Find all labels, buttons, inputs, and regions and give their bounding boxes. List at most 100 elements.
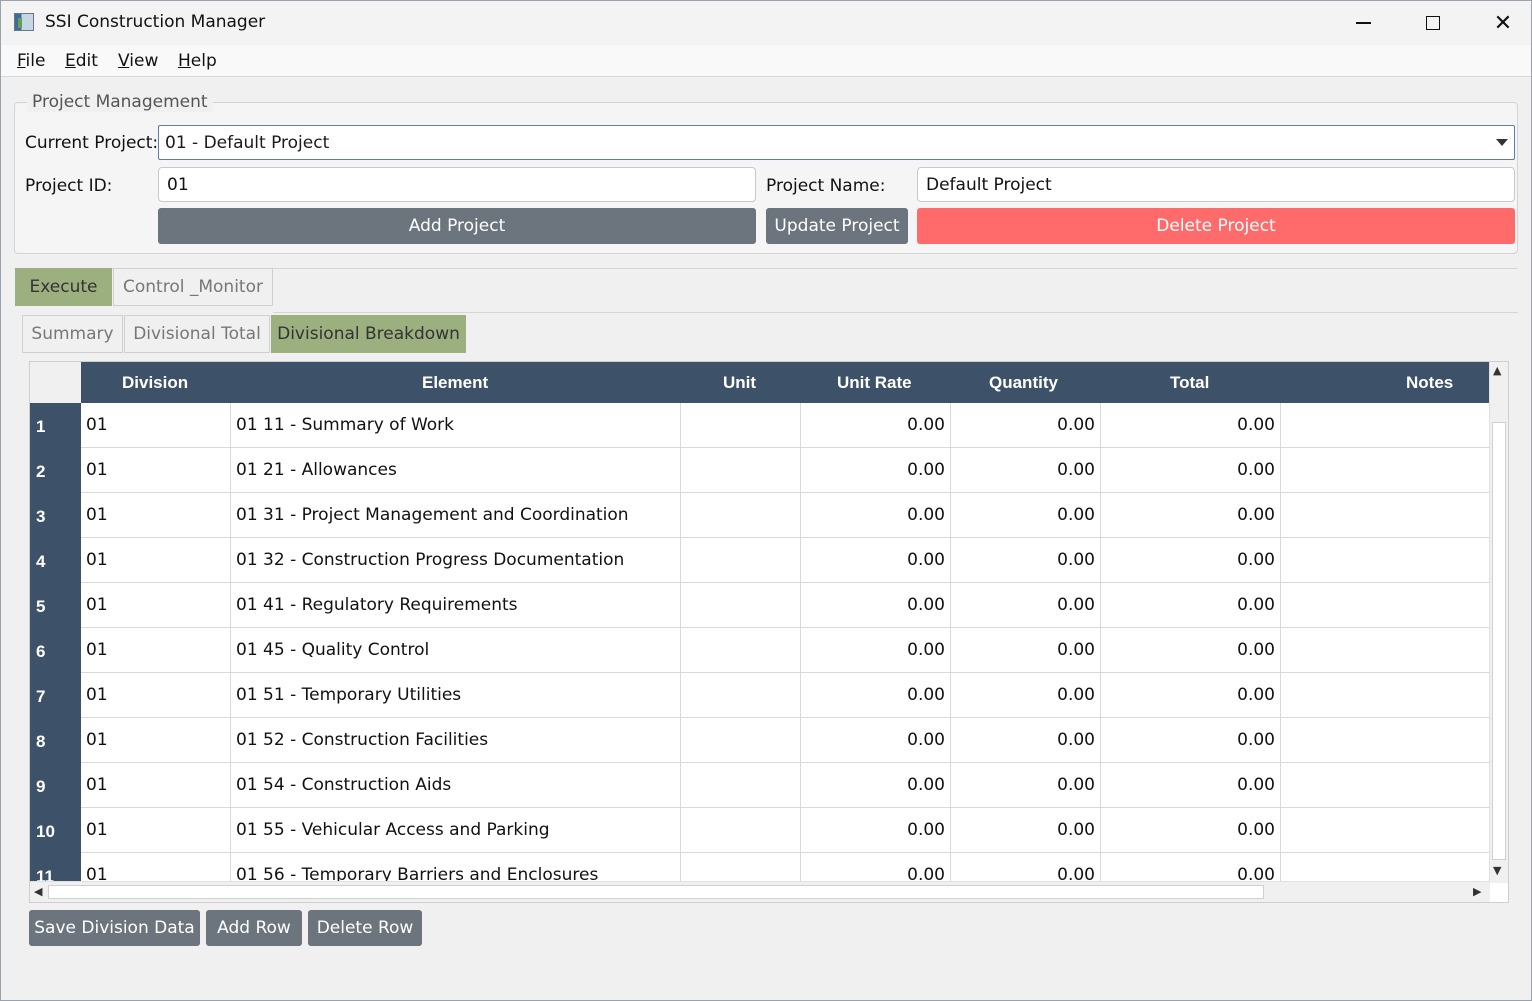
menu-help[interactable]: Help xyxy=(178,51,217,71)
vertical-scrollbar[interactable]: ▲ ▼ xyxy=(1489,362,1508,883)
cell-division[interactable]: 01 xyxy=(81,628,231,673)
horizontal-scrollbar[interactable]: ◀ ▶ xyxy=(30,881,1490,902)
table-row[interactable]: 6 01 01 45 - Quality Control 0.00 0.00 0.00 xyxy=(30,628,1490,673)
tab-control-monitor[interactable]: Control _Monitor xyxy=(113,268,273,306)
cell-division[interactable]: 01 xyxy=(81,853,231,883)
menu-edit[interactable]: Edit xyxy=(65,51,98,71)
cell-quantity[interactable]: 0.00 xyxy=(951,583,1101,628)
cell-quantity[interactable]: 0.00 xyxy=(951,673,1101,718)
scroll-down-icon[interactable]: ▼ xyxy=(1493,864,1501,877)
tab-summary[interactable]: Summary xyxy=(22,315,123,353)
delete-project-button[interactable]: Delete Project xyxy=(917,208,1515,244)
cell-element[interactable]: 01 52 - Construction Facilities xyxy=(231,718,681,763)
delete-row-button[interactable]: Delete Row xyxy=(308,910,422,946)
cell-notes[interactable] xyxy=(1281,853,1490,883)
row-number[interactable]: 11 xyxy=(30,853,81,883)
cell-total[interactable]: 0.00 xyxy=(1101,538,1281,583)
update-project-button[interactable]: Update Project xyxy=(766,208,908,244)
cell-unit[interactable] xyxy=(681,493,801,538)
cell-unit-rate[interactable]: 0.00 xyxy=(801,448,951,493)
cell-unit[interactable] xyxy=(681,583,801,628)
cell-unit-rate[interactable]: 0.00 xyxy=(801,763,951,808)
column-header-notes[interactable]: Notes xyxy=(1406,362,1453,403)
cell-division[interactable]: 01 xyxy=(81,448,231,493)
cell-unit[interactable] xyxy=(681,538,801,583)
add-row-button[interactable]: Add Row xyxy=(206,910,302,946)
cell-division[interactable]: 01 xyxy=(81,718,231,763)
cell-unit-rate[interactable]: 0.00 xyxy=(801,853,951,883)
cell-total[interactable]: 0.00 xyxy=(1101,853,1281,883)
cell-total[interactable]: 0.00 xyxy=(1101,403,1281,448)
column-header-element[interactable]: Element xyxy=(422,362,488,403)
save-division-data-button[interactable]: Save Division Data xyxy=(29,910,200,946)
cell-quantity[interactable]: 0.00 xyxy=(951,763,1101,808)
row-number[interactable]: 4 xyxy=(30,538,81,583)
cell-unit-rate[interactable]: 0.00 xyxy=(801,403,951,448)
division-breakdown-grid[interactable]: Division Element Unit Unit Rate Quantity… xyxy=(29,361,1509,903)
cell-unit-rate[interactable]: 0.00 xyxy=(801,493,951,538)
scroll-up-icon[interactable]: ▲ xyxy=(1493,364,1501,377)
column-header-total[interactable]: Total xyxy=(1170,362,1209,403)
cell-quantity[interactable]: 0.00 xyxy=(951,493,1101,538)
cell-notes[interactable] xyxy=(1281,403,1490,448)
scroll-right-icon[interactable]: ▶ xyxy=(1473,885,1481,898)
cell-notes[interactable] xyxy=(1281,763,1490,808)
cell-total[interactable]: 0.00 xyxy=(1101,583,1281,628)
cell-element[interactable]: 01 54 - Construction Aids xyxy=(231,763,681,808)
column-header-quantity[interactable]: Quantity xyxy=(989,362,1058,403)
add-project-button[interactable]: Add Project xyxy=(158,208,756,244)
table-row[interactable]: 11 01 01 56 - Temporary Barriers and Enclo… xyxy=(30,853,1490,883)
column-header-division[interactable]: Division xyxy=(122,362,188,403)
menu-view[interactable]: View xyxy=(118,51,158,71)
cell-unit-rate[interactable]: 0.00 xyxy=(801,583,951,628)
cell-quantity[interactable]: 0.00 xyxy=(951,538,1101,583)
row-number[interactable]: 7 xyxy=(30,673,81,718)
cell-total[interactable]: 0.00 xyxy=(1101,448,1281,493)
cell-unit[interactable] xyxy=(681,718,801,763)
cell-notes[interactable] xyxy=(1281,718,1490,763)
project-name-input[interactable]: Default Project xyxy=(917,167,1515,202)
row-number[interactable]: 6 xyxy=(30,628,81,673)
cell-quantity[interactable]: 0.00 xyxy=(951,448,1101,493)
cell-element[interactable]: 01 45 - Quality Control xyxy=(231,628,681,673)
cell-notes[interactable] xyxy=(1281,628,1490,673)
cell-division[interactable]: 01 xyxy=(81,493,231,538)
cell-element[interactable]: 01 51 - Temporary Utilities xyxy=(231,673,681,718)
tab-execute[interactable]: Execute xyxy=(15,268,112,306)
cell-total[interactable]: 0.00 xyxy=(1101,493,1281,538)
row-number[interactable]: 9 xyxy=(30,763,81,808)
cell-notes[interactable] xyxy=(1281,448,1490,493)
row-number[interactable]: 2 xyxy=(30,448,81,493)
column-header-unit-rate[interactable]: Unit Rate xyxy=(837,362,912,403)
row-number[interactable]: 3 xyxy=(30,493,81,538)
cell-quantity[interactable]: 0.00 xyxy=(951,628,1101,673)
current-project-combobox[interactable]: 01 - Default Project xyxy=(158,125,1515,160)
cell-notes[interactable] xyxy=(1281,493,1490,538)
cell-quantity[interactable]: 0.00 xyxy=(951,853,1101,883)
cell-division[interactable]: 01 xyxy=(81,403,231,448)
tab-divisional-breakdown[interactable]: Divisional Breakdown xyxy=(271,315,466,353)
table-row[interactable]: 8 01 01 52 - Construction Facilities 0.00 0.… xyxy=(30,718,1490,763)
cell-total[interactable]: 0.00 xyxy=(1101,763,1281,808)
cell-element[interactable]: 01 32 - Construction Progress Documentat… xyxy=(231,538,681,583)
table-row[interactable]: 10 01 01 55 - Vehicular Access and Parking… xyxy=(30,808,1490,853)
cell-unit[interactable] xyxy=(681,808,801,853)
cell-unit[interactable] xyxy=(681,628,801,673)
cell-unit[interactable] xyxy=(681,763,801,808)
cell-unit[interactable] xyxy=(681,673,801,718)
table-row[interactable]: 1 01 01 11 - Summary of Work 0.00 0.00 0.00 xyxy=(30,403,1490,448)
cell-total[interactable]: 0.00 xyxy=(1101,628,1281,673)
table-row[interactable]: 3 01 01 31 - Project Management and Coordi… xyxy=(30,493,1490,538)
row-number[interactable]: 8 xyxy=(30,718,81,763)
cell-division[interactable]: 01 xyxy=(81,763,231,808)
cell-unit-rate[interactable]: 0.00 xyxy=(801,538,951,583)
cell-element[interactable]: 01 11 - Summary of Work xyxy=(231,403,681,448)
cell-notes[interactable] xyxy=(1281,583,1490,628)
cell-division[interactable]: 01 xyxy=(81,538,231,583)
cell-quantity[interactable]: 0.00 xyxy=(951,808,1101,853)
cell-unit-rate[interactable]: 0.00 xyxy=(801,628,951,673)
maximize-button[interactable] xyxy=(1398,1,1468,45)
table-row[interactable]: 4 01 01 32 - Construction Progress Documen… xyxy=(30,538,1490,583)
row-number[interactable]: 10 xyxy=(30,808,81,853)
cell-division[interactable]: 01 xyxy=(81,673,231,718)
